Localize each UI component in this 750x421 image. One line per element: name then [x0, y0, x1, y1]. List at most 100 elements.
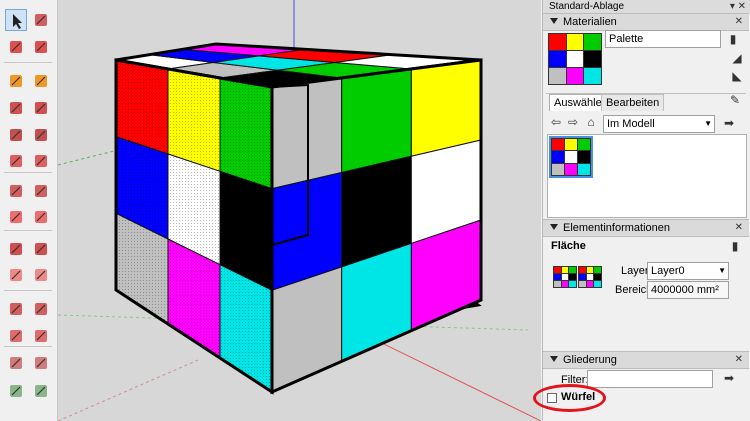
swatch — [579, 267, 586, 273]
cube-cell[interactable] — [410, 59, 482, 157]
swatch — [554, 267, 561, 273]
tab-edit[interactable]: Bearbeiten — [601, 94, 665, 111]
material-preview — [548, 33, 602, 85]
entity-info-toggle-icon[interactable]: ▮ — [727, 238, 743, 254]
chevron-down-icon[interactable]: ▼ — [718, 263, 726, 279]
default-tray: Standard-Ablage ▾ ✕ Materialien ✕ Palett… — [542, 0, 750, 421]
toolbar-separator — [4, 346, 52, 347]
swatch — [549, 68, 566, 84]
outliner-details-icon[interactable]: ➡ — [721, 370, 737, 386]
swatch — [569, 274, 576, 280]
offset-icon[interactable] — [30, 264, 52, 286]
close-icon[interactable]: ✕ — [735, 14, 743, 30]
tools-toolbar — [0, 0, 58, 421]
paint-bucket-icon[interactable] — [5, 36, 27, 58]
swatch — [565, 139, 577, 151]
eyedropper-icon[interactable]: ✎ — [727, 92, 743, 108]
collapse-arrow-icon[interactable] — [550, 224, 558, 230]
two-point-arc-icon[interactable] — [5, 180, 27, 202]
model-viewport[interactable] — [58, 0, 541, 421]
move-icon[interactable] — [5, 206, 27, 228]
text-icon[interactable] — [30, 325, 52, 347]
swatch — [566, 68, 584, 84]
tray-titlebar: Standard-Ablage — [543, 0, 750, 13]
forward-arrow-icon[interactable]: ⇨ — [565, 114, 581, 130]
swatch — [578, 151, 590, 163]
cube-right-face[interactable] — [270, 58, 483, 395]
default-material-icon[interactable]: ◣ — [729, 68, 745, 84]
swatch — [569, 267, 576, 273]
3d-text-icon[interactable] — [30, 352, 52, 374]
green-axis-line — [58, 149, 119, 166]
outliner-panel-header[interactable]: Gliederung ✕ — [543, 351, 749, 369]
protractor-icon[interactable] — [5, 325, 27, 347]
swatch — [578, 139, 590, 151]
swatch — [579, 274, 586, 280]
sample-paint-icon[interactable]: ◢ — [729, 50, 745, 66]
details-arrow-icon[interactable]: ➡ — [721, 115, 737, 131]
cube-cell[interactable] — [271, 77, 343, 190]
make-component-icon[interactable] — [30, 9, 52, 31]
eraser-icon[interactable] — [30, 36, 52, 58]
scale-icon[interactable] — [5, 264, 27, 286]
section-plane-icon[interactable] — [5, 380, 27, 402]
swatch — [561, 281, 569, 287]
swatch — [578, 163, 590, 175]
pencil-icon[interactable] — [5, 70, 27, 92]
swatch — [566, 51, 584, 67]
back-material-icon[interactable] — [578, 266, 602, 288]
axes-icon[interactable] — [5, 352, 27, 374]
pie-icon[interactable] — [30, 150, 52, 172]
swatch — [549, 51, 566, 67]
cube-cell-texture — [168, 69, 220, 172]
material-library-select[interactable]: Im Modell ▼ — [603, 115, 715, 133]
swatch — [579, 281, 586, 287]
front-material-icon[interactable] — [553, 266, 577, 288]
entity-info-panel-header[interactable]: Elementinformationen ✕ — [543, 219, 749, 237]
highlight-circle — [533, 384, 606, 412]
swatch — [569, 281, 576, 287]
swatch — [552, 151, 564, 163]
collapse-arrow-icon[interactable] — [550, 18, 558, 24]
close-icon[interactable]: ✕ — [735, 352, 743, 368]
close-icon[interactable]: ✕ — [735, 220, 743, 236]
swatch — [561, 267, 569, 273]
swatch — [561, 274, 569, 280]
materials-panel-header[interactable]: Materialien ✕ — [543, 13, 749, 31]
follow-me-icon[interactable] — [30, 238, 52, 260]
tray-title: Standard-Ablage — [549, 1, 625, 12]
create-material-icon[interactable]: ▮ — [725, 31, 741, 47]
chevron-down-icon[interactable]: ▼ — [704, 116, 712, 132]
material-name-field[interactable]: Palette — [605, 30, 721, 48]
select-icon[interactable] — [5, 9, 27, 31]
tray-controls[interactable]: ▾ ✕ — [730, 0, 746, 13]
rubik-cube-model[interactable] — [114, 42, 483, 395]
back-arrow-icon[interactable]: ⇦ — [548, 114, 564, 130]
circle-icon[interactable] — [5, 124, 27, 146]
toolbar-separator — [4, 62, 52, 63]
home-icon[interactable]: ⌂ — [583, 114, 599, 130]
swatch — [586, 267, 594, 273]
layer-select[interactable]: Layer0 ▼ — [647, 262, 729, 280]
model-canvas[interactable] — [58, 0, 541, 421]
freehand-icon[interactable] — [30, 70, 52, 92]
collapse-arrow-icon[interactable] — [550, 356, 558, 362]
push-pull-icon[interactable] — [30, 206, 52, 228]
filter-input[interactable] — [587, 370, 713, 388]
polygon-icon[interactable] — [30, 124, 52, 146]
dimension-icon[interactable] — [30, 298, 52, 320]
toolbar-separator — [4, 290, 52, 291]
rotate-icon[interactable] — [5, 238, 27, 260]
walk-icon[interactable] — [30, 380, 52, 402]
swatch — [552, 163, 564, 175]
material-thumbnail[interactable] — [549, 136, 593, 178]
rotated-rectangle-icon[interactable] — [30, 97, 52, 119]
outliner-title: Gliederung — [563, 354, 617, 366]
swatch — [594, 281, 601, 287]
cube-cell[interactable] — [341, 68, 412, 174]
arc-icon[interactable] — [5, 150, 27, 172]
rectangle-icon[interactable] — [5, 97, 27, 119]
cube-front-face[interactable] — [114, 58, 274, 395]
three-point-arc-icon[interactable] — [30, 180, 52, 202]
tape-measure-icon[interactable] — [5, 298, 27, 320]
